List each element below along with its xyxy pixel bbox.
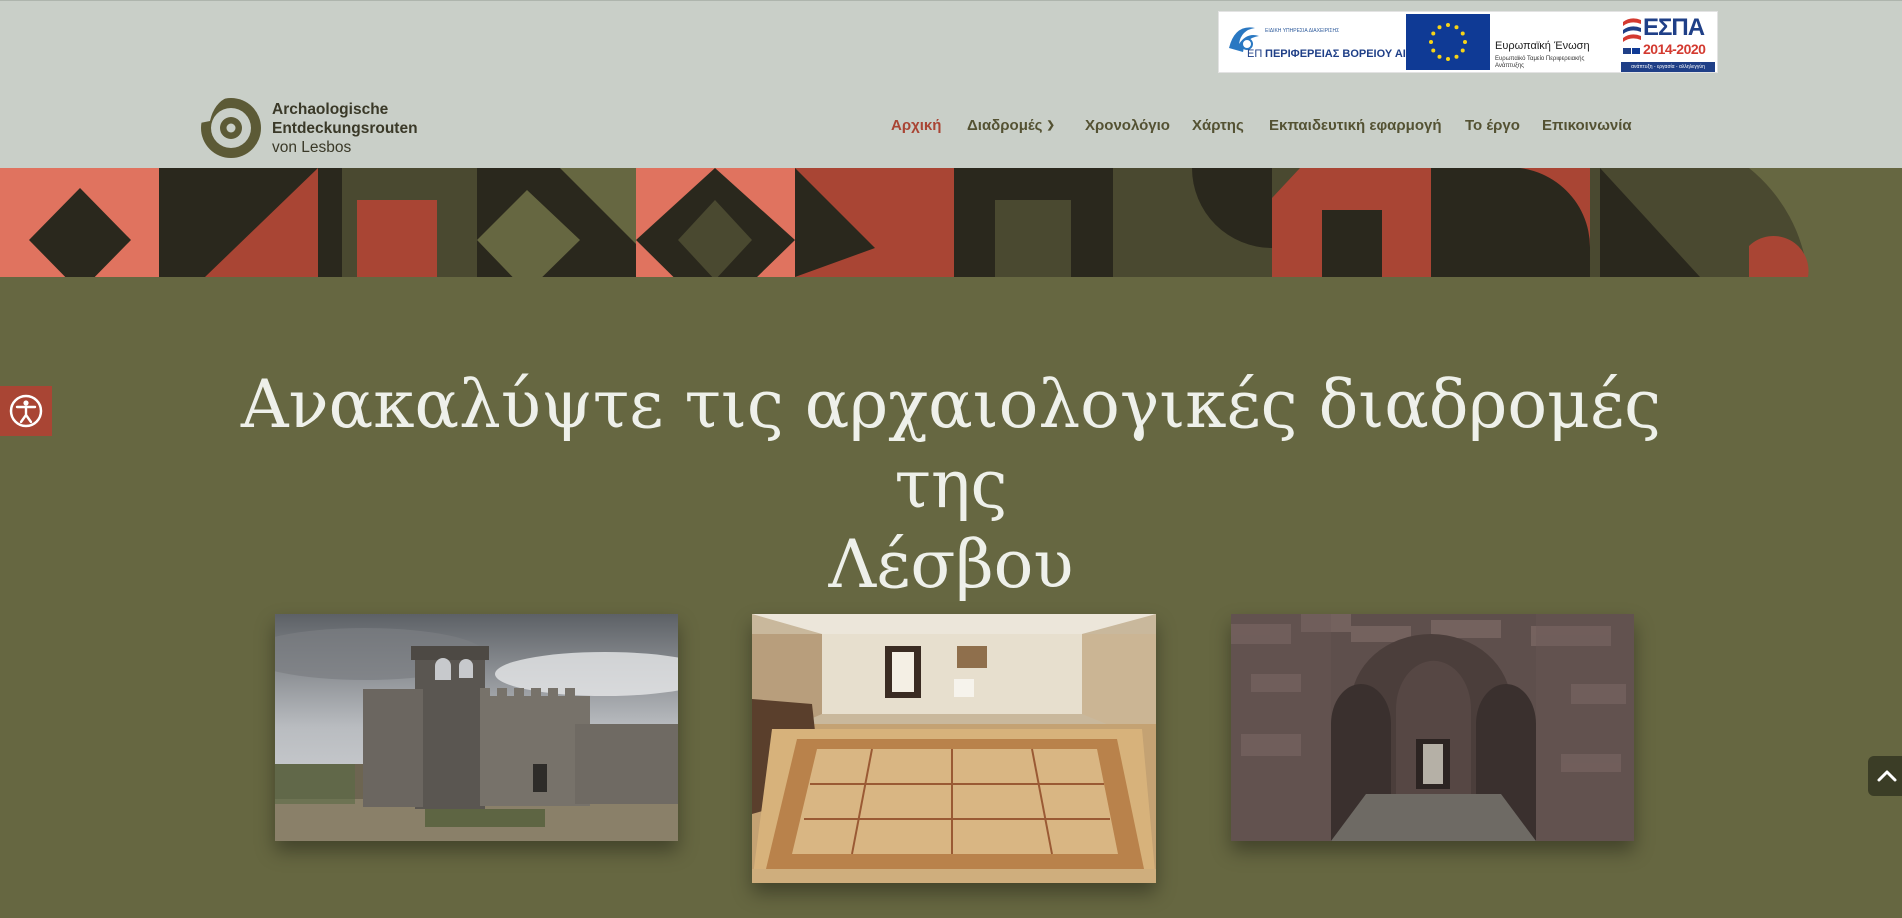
espa-title: ΕΣΠΑ	[1643, 14, 1705, 41]
eu-subtitle: Ευρωπαϊκό Ταμείο Περιφερειακής Ανάπτυξης	[1495, 56, 1585, 69]
eu-title: Ευρωπαϊκή Ένωση	[1495, 40, 1590, 52]
nav-item-contact[interactable]: Επικοινωνία	[1542, 117, 1632, 134]
logo-line-2: Entdeckungsrouten	[272, 120, 418, 137]
museum-mosaic-image	[752, 614, 1156, 883]
eu-star	[1454, 54, 1459, 59]
nav-item-timeline[interactable]: Χρονολόγιο	[1085, 117, 1170, 134]
eu-star	[1437, 54, 1442, 59]
castle-image	[275, 614, 678, 841]
hero-title: Ανακαλύψτε τις αρχαιολογικές διαδρομές τ…	[180, 365, 1722, 605]
nav-item-education-app[interactable]: Εκπαιδευτική εφαρμογή	[1269, 117, 1442, 134]
site-header: ΕΙΔΙΚΗ ΥΠΗΡΕΣΙΑ ΔΙΑΧΕΙΡΙΣΗΣ ΕΠ ΠΕΡΙΦΕΡΕΙ…	[0, 0, 1902, 247]
nav-item-map[interactable]: Χάρτης	[1192, 117, 1244, 134]
region-prefix: ΕΠ	[1247, 48, 1263, 60]
espa-slogan: ανάπτυξη - εργασία - αλληλεγγύη	[1621, 62, 1715, 72]
accessibility-button[interactable]	[0, 386, 52, 436]
region-logo: ΕΙΔΙΚΗ ΥΠΗΡΕΣΙΑ ΔΙΑΧΕΙΡΙΣΗΣ ΕΠ ΠΕΡΙΦΕΡΕΙ…	[1225, 18, 1438, 68]
scroll-to-top-button[interactable]	[1868, 756, 1902, 796]
nav-item-home[interactable]: Αρχική	[891, 117, 941, 134]
logo-line-1: Archaologische	[272, 101, 389, 118]
nav-item-project[interactable]: Το έργο	[1465, 117, 1520, 134]
chevron-up-icon	[1877, 770, 1897, 782]
region-wave-icon	[1229, 27, 1259, 52]
hero-title-line-1: Ανακαλύψτε τις αρχαιολογικές διαδρομές τ…	[240, 366, 1662, 523]
nav-item-routes-label: Διαδρομές	[967, 117, 1043, 134]
region-small-text: ΕΙΔΙΚΗ ΥΠΗΡΕΣΙΑ ΔΙΑΧΕΙΡΙΣΗΣ	[1265, 28, 1340, 34]
eu-star	[1460, 31, 1465, 36]
chevron-down-icon: ❯	[1046, 120, 1055, 131]
sponsor-banner[interactable]: ΕΙΔΙΚΗ ΥΠΗΡΕΣΙΑ ΔΙΑΧΕΙΡΙΣΗΣ ΕΠ ΠΕΡΙΦΕΡΕΙ…	[1218, 11, 1718, 73]
eu-star	[1446, 57, 1450, 61]
eu-star	[1429, 40, 1433, 44]
eu-star	[1431, 31, 1436, 36]
logo-line-3: von Lesbos	[272, 139, 352, 156]
route-card-museum[interactable]	[752, 614, 1156, 883]
nav-item-routes[interactable]: Διαδρομές ❯	[967, 117, 1055, 134]
route-card-archway[interactable]	[1231, 614, 1634, 841]
site-logo[interactable]: Archaologische Entdeckungsrouten von Les…	[200, 97, 430, 159]
logo-mark-icon	[200, 97, 261, 158]
accessibility-icon	[9, 394, 43, 428]
route-card-castle[interactable]	[275, 614, 678, 841]
espa-stripes-icon	[1623, 18, 1641, 54]
eu-star	[1431, 48, 1436, 53]
hero-title-line-2: Λέσβου	[828, 526, 1074, 603]
eu-star	[1437, 25, 1442, 30]
eu-flag-icon	[1406, 14, 1490, 70]
geometric-pattern-banner	[0, 168, 1902, 277]
stone-archway-image	[1231, 614, 1634, 841]
logo-text: Archaologische Entdeckungsrouten von Les…	[272, 100, 418, 157]
eu-star	[1454, 25, 1459, 30]
espa-logo: ΕΣΠΑ 2014-2020 ανάπτυξη - εργασία - αλλη…	[1621, 14, 1715, 72]
eu-star	[1460, 48, 1465, 53]
eu-star	[1446, 23, 1450, 27]
eu-star	[1463, 40, 1467, 44]
espa-years: 2014-2020	[1643, 41, 1706, 57]
